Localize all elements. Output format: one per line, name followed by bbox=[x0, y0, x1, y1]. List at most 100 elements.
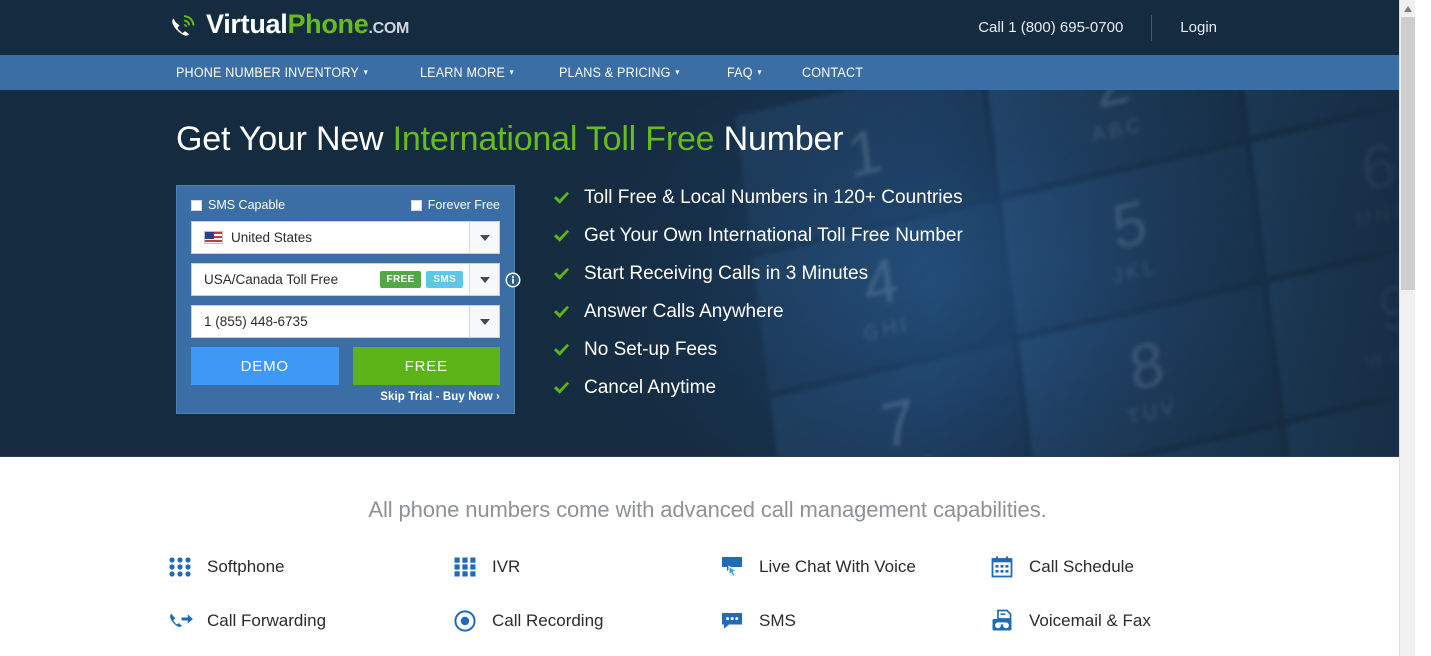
benefit-label: Get Your Own International Toll Free Num… bbox=[584, 225, 963, 246]
chevron-down-icon[interactable] bbox=[469, 306, 499, 337]
page-root: VirtualPhone.COM Call 1 (800) 695-0700 L… bbox=[0, 0, 1415, 656]
skip-trial-link[interactable]: Skip Trial - Buy Now › bbox=[191, 391, 500, 403]
checkbox-box[interactable] bbox=[410, 199, 422, 211]
nav-item-phone-number-inventory[interactable]: PHONE NUMBER INVENTORY ▾ bbox=[176, 65, 368, 80]
capability-label: Voicemail & Fax bbox=[1029, 611, 1151, 630]
logo-text-domain: .COM bbox=[368, 20, 410, 37]
vertical-scrollbar[interactable] bbox=[1399, 0, 1415, 656]
checkbox-box[interactable] bbox=[191, 199, 202, 211]
capability-label: Call Recording bbox=[492, 611, 604, 630]
free-button[interactable]: FREE bbox=[352, 347, 500, 385]
checkmark-icon bbox=[553, 343, 570, 357]
chevron-down-icon: ▾ bbox=[509, 67, 515, 77]
hero-benefits-list: Toll Free & Local Numbers in 120+ Countr… bbox=[553, 185, 963, 414]
hero-section: 1 2ABC 3DEF 4GHI 5JKL 6MNO 7PQRS 8TUV 9W… bbox=[0, 90, 1415, 457]
capability-live-chat-with-voice[interactable]: Live Chat With Voice bbox=[720, 555, 990, 579]
nav-item-contact[interactable]: CONTACT bbox=[802, 65, 863, 80]
checkmark-icon bbox=[553, 381, 570, 395]
logo-text-phone: Phone bbox=[287, 9, 369, 39]
benefit-item: Cancel Anytime bbox=[553, 377, 963, 399]
headline-highlight: International Toll Free bbox=[392, 120, 715, 158]
site-logo[interactable]: VirtualPhone.COM bbox=[168, 8, 409, 45]
country-select-value-wrap: United States bbox=[192, 230, 469, 245]
phone-number-value: 1 (855) 448-6735 bbox=[204, 314, 308, 329]
chevron-down-icon[interactable] bbox=[469, 222, 499, 253]
number-type-select[interactable]: USA/Canada Toll Free FREE SMS bbox=[191, 263, 521, 296]
benefit-label: No Set-up Fees bbox=[584, 339, 718, 360]
info-circle-icon[interactable] bbox=[505, 272, 521, 288]
chevron-down-icon[interactable] bbox=[469, 264, 499, 295]
capability-label: Call Forwarding bbox=[207, 611, 327, 630]
nav-label: PLANS & PRICING bbox=[559, 65, 672, 80]
logo-wordmark: VirtualPhone.COM bbox=[206, 8, 409, 45]
forever-free-checkbox[interactable]: Forever Free bbox=[410, 198, 500, 212]
chevron-down-icon: ▾ bbox=[757, 67, 762, 77]
hero-headline: Get Your New International Toll Free Num… bbox=[176, 90, 1415, 159]
phone-number-select[interactable]: 1 (855) 448-6735 bbox=[191, 305, 500, 338]
logo-text-virtual: Virtual bbox=[206, 9, 288, 39]
badge-free: FREE bbox=[379, 271, 422, 288]
nav-item-faq[interactable]: FAQ ▾ bbox=[727, 65, 762, 80]
capability-sms[interactable]: SMS bbox=[720, 609, 990, 633]
chevron-down-icon: ▾ bbox=[675, 67, 681, 77]
main-navigation: PHONE NUMBER INVENTORY ▾ LEARN MORE ▾ PL… bbox=[0, 55, 1415, 90]
nav-label: PHONE NUMBER INVENTORY bbox=[176, 65, 359, 80]
top-header-bar: VirtualPhone.COM Call 1 (800) 695-0700 L… bbox=[0, 0, 1415, 55]
capability-label: Live Chat With Voice bbox=[759, 557, 916, 576]
capabilities-section: All phone numbers come with advanced cal… bbox=[0, 457, 1415, 656]
scroll-up-arrow-icon[interactable] bbox=[1400, 0, 1415, 17]
capability-call-schedule[interactable]: Call Schedule bbox=[990, 555, 1318, 579]
benefit-label: Toll Free & Local Numbers in 120+ Countr… bbox=[584, 187, 963, 208]
benefit-label: Cancel Anytime bbox=[584, 377, 717, 398]
capability-label: SMS bbox=[759, 611, 796, 630]
capabilities-grid: Softphone IVR Live Chat With Voice Call … bbox=[168, 555, 1318, 633]
panel-action-buttons: DEMO FREE bbox=[191, 347, 500, 385]
headline-part-1: Get Your New bbox=[176, 120, 393, 158]
chevron-down-icon: ▾ bbox=[363, 67, 368, 77]
nav-item-learn-more[interactable]: LEARN MORE ▾ bbox=[420, 65, 514, 80]
sms-capable-checkbox[interactable]: SMS Capable bbox=[191, 198, 285, 212]
capability-label: IVR bbox=[492, 557, 521, 576]
country-select-value: United States bbox=[231, 230, 313, 245]
forever-free-label: Forever Free bbox=[427, 198, 500, 212]
capability-call-recording[interactable]: Call Recording bbox=[453, 609, 720, 633]
dots-grid-square-icon bbox=[453, 555, 479, 579]
benefit-label: Answer Calls Anywhere bbox=[584, 301, 784, 322]
checkmark-icon bbox=[553, 267, 570, 281]
fax-machine-icon bbox=[990, 609, 1016, 633]
checkmark-icon bbox=[553, 305, 570, 319]
benefit-item: Answer Calls Anywhere bbox=[553, 301, 963, 323]
nav-label: LEARN MORE bbox=[420, 65, 506, 80]
badge-sms: SMS bbox=[426, 271, 463, 288]
checkmark-icon bbox=[553, 229, 570, 243]
benefit-label: Start Receiving Calls in 3 Minutes bbox=[584, 263, 869, 284]
capability-call-forwarding[interactable]: Call Forwarding bbox=[168, 609, 453, 633]
phone-signal-icon bbox=[168, 12, 198, 42]
benefit-item: No Set-up Fees bbox=[553, 339, 963, 361]
record-circle-icon bbox=[453, 609, 479, 633]
headline-part-2: Number bbox=[714, 120, 844, 158]
scrollbar-thumb[interactable] bbox=[1401, 17, 1415, 290]
checkmark-icon bbox=[553, 191, 570, 205]
benefit-item: Get Your Own International Toll Free Num… bbox=[553, 225, 963, 247]
login-link[interactable]: Login bbox=[1152, 19, 1217, 36]
panel-filter-row: SMS Capable Forever Free bbox=[191, 198, 500, 212]
number-type-value: USA/Canada Toll Free bbox=[204, 272, 339, 287]
capability-label: Softphone bbox=[207, 557, 285, 576]
sms-bubble-icon bbox=[720, 609, 746, 633]
benefit-item: Start Receiving Calls in 3 Minutes bbox=[553, 263, 963, 285]
capability-softphone[interactable]: Softphone bbox=[168, 555, 453, 579]
calendar-icon bbox=[990, 555, 1016, 579]
nav-label: FAQ bbox=[727, 65, 753, 80]
number-search-panel: SMS Capable Forever Free United States U… bbox=[176, 185, 521, 414]
header-phone-number[interactable]: Call 1 (800) 695-0700 bbox=[978, 19, 1151, 36]
header-utility-links: Call 1 (800) 695-0700 Login bbox=[978, 0, 1217, 55]
demo-button[interactable]: DEMO bbox=[191, 347, 339, 385]
country-select[interactable]: United States bbox=[191, 221, 500, 254]
capabilities-subtitle: All phone numbers come with advanced cal… bbox=[368, 497, 1047, 522]
call-forward-icon bbox=[168, 609, 194, 633]
capability-ivr[interactable]: IVR bbox=[453, 555, 720, 579]
nav-item-plans-pricing[interactable]: PLANS & PRICING ▾ bbox=[559, 65, 680, 80]
nav-label: CONTACT bbox=[802, 65, 864, 80]
capability-voicemail-fax[interactable]: Voicemail & Fax bbox=[990, 609, 1318, 633]
